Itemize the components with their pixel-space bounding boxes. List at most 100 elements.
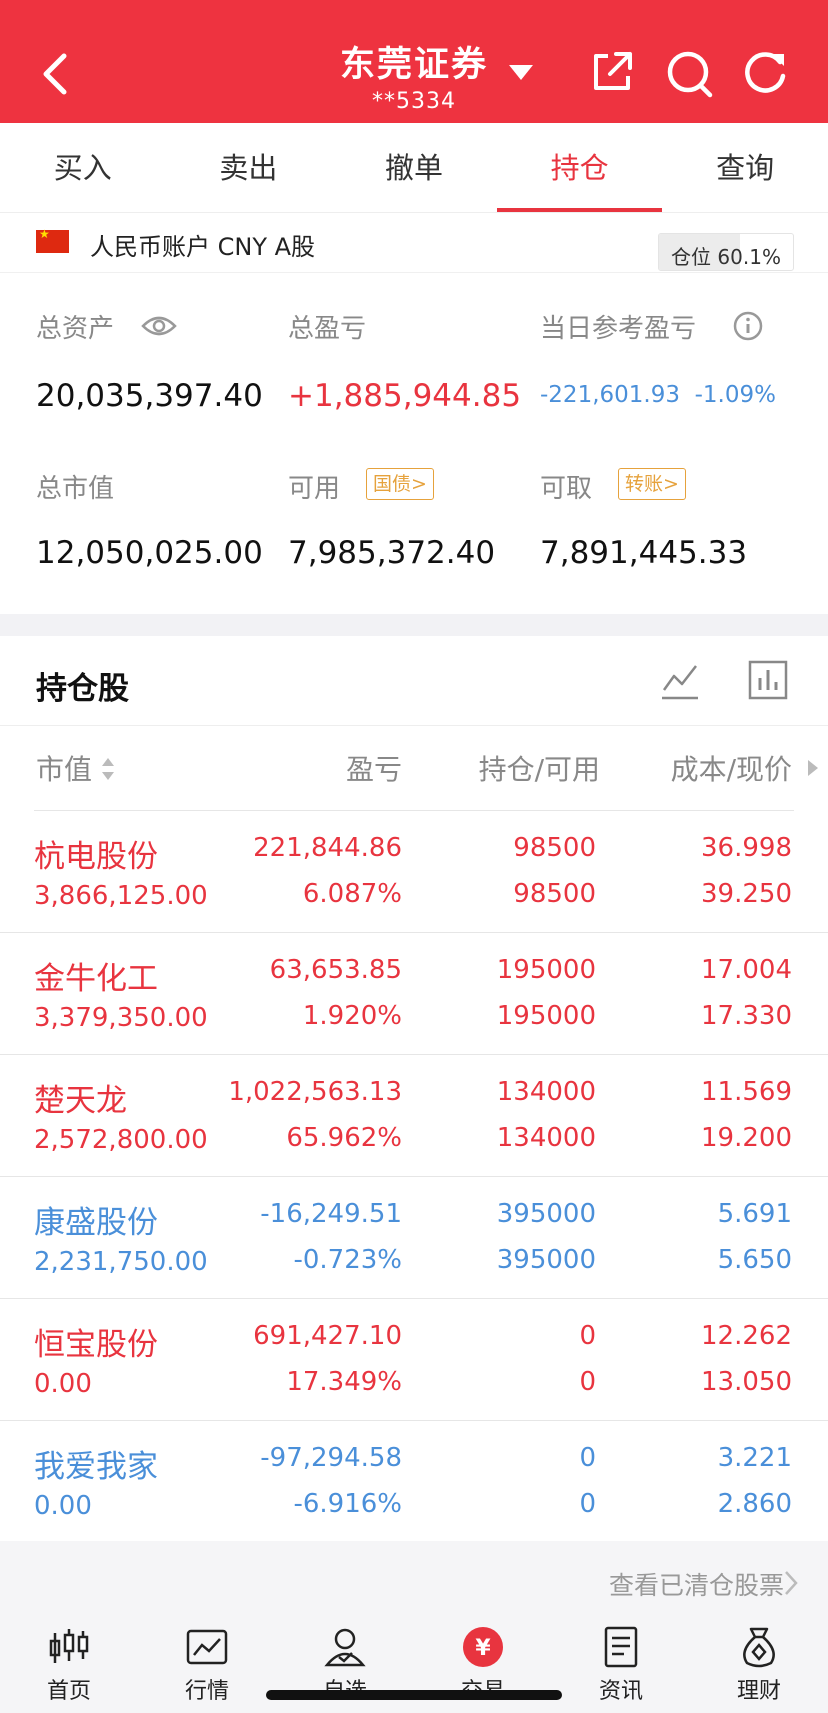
nav-label-watchlist: 自选 [276, 1673, 414, 1705]
avail-qty-cell: 134000 [496, 1123, 596, 1153]
cost-cell: 36.998 [701, 833, 792, 863]
tab-query[interactable]: 查询 [662, 123, 828, 212]
today-pl-pct: -1.09% [694, 382, 776, 408]
tab-cancel[interactable]: 撤单 [331, 123, 497, 212]
available-value: 7,985,372.40 [288, 535, 496, 571]
info-icon[interactable] [733, 311, 763, 341]
hold-qty-cell: 134000 [496, 1077, 596, 1107]
table-row[interactable]: 楚天龙 2,572,800.00 1,022,563.13 65.962% 134000… [0, 1055, 828, 1177]
total-assets-value: 20,035,397.40 [36, 378, 263, 414]
total-pl-label: 总盈亏 [288, 314, 367, 344]
hold-qty-cell: 0 [579, 1443, 596, 1473]
trade-tabs: 买入 卖出 撤单 持仓 查询 [0, 123, 828, 213]
cost-cell: 12.262 [701, 1321, 792, 1351]
col-pl: 盈亏 [345, 753, 402, 786]
tab-sell[interactable]: 卖出 [166, 123, 332, 212]
pl-cell: 221,844.86 [253, 833, 402, 863]
col-market-value[interactable]: 市值 [36, 748, 92, 788]
price-cell: 19.200 [701, 1123, 792, 1153]
yuan-coin-icon: ¥ [463, 1627, 503, 1667]
account-label: 人民币账户 CNY A股 [90, 233, 316, 261]
candlestick-icon [49, 1629, 89, 1663]
market-value-cell: 0.00 [34, 1491, 92, 1521]
pl-cell: -97,294.58 [260, 1443, 402, 1473]
nav-home[interactable]: 首页 [0, 1611, 138, 1713]
price-cell: 5.650 [717, 1245, 792, 1275]
nav-label-home: 首页 [46, 1679, 91, 1704]
price-cell: 17.330 [701, 1001, 792, 1031]
nav-label-trade: 交易 [414, 1673, 552, 1705]
pl-cell: -16,249.51 [260, 1199, 402, 1229]
avail-qty-cell: 98500 [513, 879, 596, 909]
pl-cell: 1,022,563.13 [228, 1077, 402, 1107]
pl-pct-cell: 1.920% [302, 1001, 402, 1031]
tab-holdings[interactable]: 持仓 [496, 123, 663, 212]
nav-label-news: 资讯 [598, 1679, 643, 1704]
line-chart-icon[interactable] [660, 660, 700, 702]
market-value-cell: 0.00 [34, 1369, 92, 1399]
pl-pct-cell: -0.723% [293, 1245, 402, 1275]
stock-name: 杭电股份 [34, 839, 158, 875]
cost-cell: 3.221 [717, 1443, 792, 1473]
position-text: 仓位 60.1% [671, 245, 781, 269]
eye-icon[interactable] [141, 313, 177, 339]
table-row[interactable]: 杭电股份 3,866,125.00 221,844.86 6.087% 98500 985… [0, 811, 828, 933]
nav-news[interactable]: 资讯 [552, 1611, 690, 1713]
market-value-cell: 3,866,125.00 [34, 881, 208, 911]
total-pl-value: +1,885,944.85 [288, 378, 522, 414]
market-value-label: 总市值 [36, 474, 115, 504]
pl-pct-cell: 17.349% [286, 1367, 402, 1397]
scroll-right-icon[interactable] [806, 758, 820, 778]
refresh-icon[interactable] [742, 50, 788, 96]
withdrawable-label: 可取 [540, 474, 593, 504]
cost-cell: 17.004 [701, 955, 792, 985]
nav-wealth[interactable]: 理财 [690, 1611, 828, 1713]
available-label: 可用 [288, 474, 341, 504]
today-pl-label: 当日参考盈亏 [540, 314, 697, 344]
document-icon [604, 1626, 638, 1668]
pl-pct-cell: 65.962% [286, 1123, 402, 1153]
divider [0, 725, 828, 726]
share-icon[interactable] [590, 50, 634, 94]
table-row[interactable]: 康盛股份 2,231,750.00 -16,249.51 -0.723% 395000 3… [0, 1177, 828, 1299]
cost-cell: 11.569 [701, 1077, 792, 1107]
table-row[interactable]: 金牛化工 3,379,350.00 63,653.85 1.920% 195000 195… [0, 933, 828, 1055]
transfer-button[interactable]: 转账> [618, 468, 686, 500]
treasury-bond-button[interactable]: 国债> [366, 468, 434, 500]
hold-qty-cell: 0 [579, 1321, 596, 1351]
sort-icon[interactable] [100, 754, 116, 784]
chevron-right-icon[interactable] [784, 1570, 798, 1596]
price-cell: 39.250 [701, 879, 792, 909]
price-cell: 2.860 [717, 1489, 792, 1519]
col-hold-avail: 持仓/可用 [478, 753, 600, 786]
person-check-icon [324, 1628, 366, 1667]
bar-chart-icon[interactable] [748, 660, 788, 700]
nav-label-wealth: 理财 [736, 1679, 781, 1704]
dropdown-icon[interactable] [506, 60, 536, 84]
home-indicator [266, 1690, 562, 1700]
avail-qty-cell: 195000 [496, 1001, 596, 1031]
market-value-value: 12,050,025.00 [36, 535, 263, 571]
avail-qty-cell: 0 [579, 1367, 596, 1397]
stock-name: 金牛化工 [34, 961, 158, 997]
holdings-title: 持仓股 [36, 671, 129, 707]
pl-pct-cell: -6.916% [293, 1489, 402, 1519]
market-chart-icon [186, 1629, 228, 1665]
search-icon[interactable] [666, 50, 714, 98]
market-value-cell: 2,572,800.00 [34, 1125, 208, 1155]
nav-label-market: 行情 [184, 1679, 229, 1704]
cost-cell: 5.691 [717, 1199, 792, 1229]
stock-name: 楚天龙 [34, 1083, 127, 1119]
market-value-cell: 3,379,350.00 [34, 1003, 208, 1033]
china-flag-icon [36, 227, 69, 253]
table-row[interactable]: 恒宝股份 0.00 691,427.10 17.349% 0 0 12.262 13.050 [0, 1299, 828, 1421]
total-assets-label: 总资产 [36, 314, 115, 344]
tab-buy[interactable]: 买入 [0, 123, 166, 212]
money-bag-icon [743, 1627, 775, 1668]
app-header: 东莞证券 **5334 [0, 0, 828, 123]
svg-text:¥: ¥ [475, 1636, 491, 1661]
nav-market[interactable]: 行情 [138, 1611, 276, 1713]
table-row[interactable]: 我爱我家 0.00 -97,294.58 -6.916% 0 0 3.221 2.860 [0, 1421, 828, 1543]
account-row: 人民币账户 CNY A股 仓位 60.1% [0, 213, 828, 273]
cleared-stocks-link[interactable]: 查看已清仓股票 [609, 1566, 784, 1602]
